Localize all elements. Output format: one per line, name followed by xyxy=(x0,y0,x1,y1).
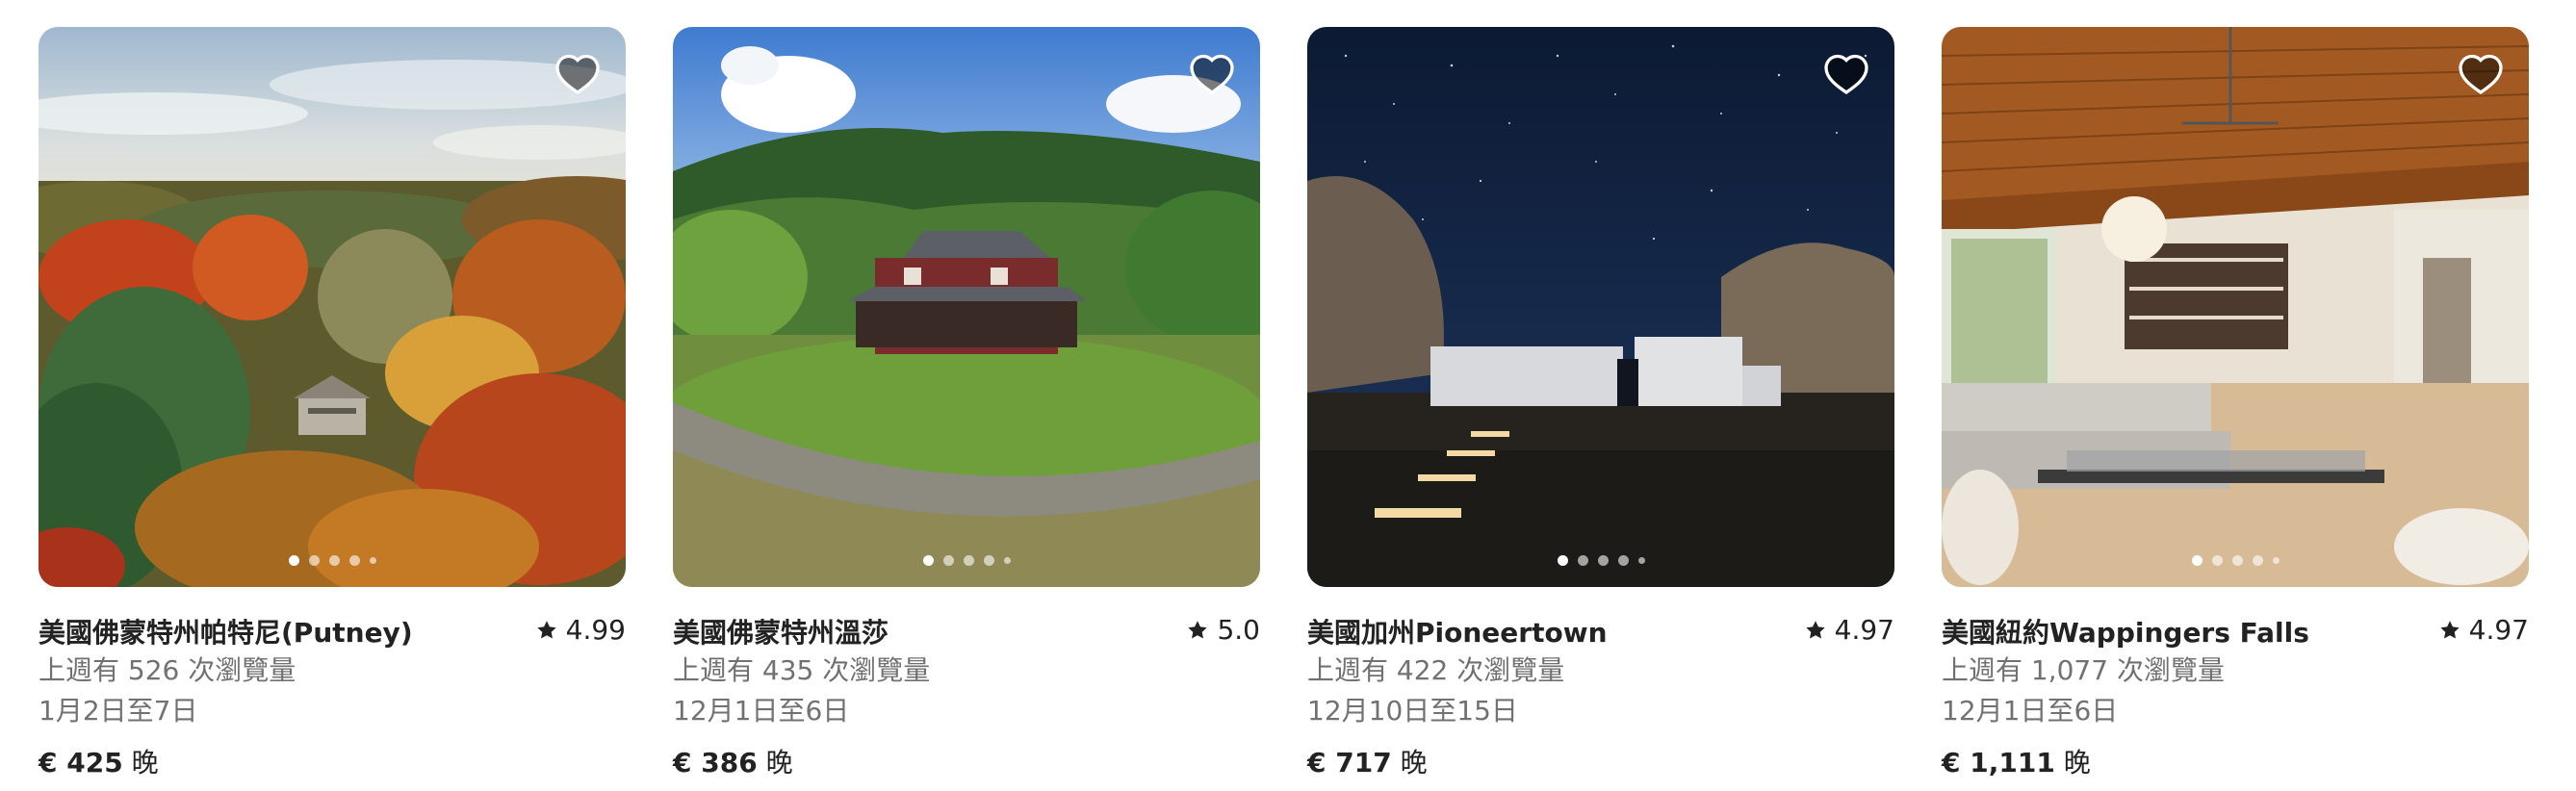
listing-grid: 美國佛蒙特州帕特尼(Putney) 4.99 上週有 526 次瀏覽量 1月2日… xyxy=(0,0,2576,791)
listing-price: € 717 晚 xyxy=(1307,743,1894,783)
listing-photo[interactable] xyxy=(1942,27,2529,587)
pagination-dot[interactable] xyxy=(2272,557,2280,564)
price-amount: € 1,111 xyxy=(1942,747,2055,778)
listing-info: 美國加州Pioneertown 4.97 上週有 422 次瀏覽量 12月10日… xyxy=(1307,610,1894,783)
listing-title[interactable]: 美國佛蒙特州溫莎 xyxy=(673,613,889,653)
price-unit: 晚 xyxy=(2063,747,2091,778)
pagination-dot[interactable] xyxy=(2231,555,2243,566)
heart-icon[interactable] xyxy=(1823,52,1869,98)
pagination-dot[interactable] xyxy=(2191,555,2202,566)
listing-info: 美國佛蒙特州溫莎 5.0 上週有 435 次瀏覽量 12月1日至6日 € 386… xyxy=(673,610,1260,783)
star-icon xyxy=(535,619,558,642)
rating-value: 5.0 xyxy=(1217,614,1260,646)
price-amount: € 386 xyxy=(673,747,758,778)
listing-title[interactable]: 美國佛蒙特州帕特尼(Putney) xyxy=(39,613,413,653)
listing-title[interactable]: 美國加州Pioneertown xyxy=(1307,613,1608,653)
listing-views: 上週有 435 次瀏覽量 xyxy=(673,654,931,686)
pagination-dot[interactable] xyxy=(348,555,360,566)
heart-icon[interactable] xyxy=(1189,52,1235,98)
pagination-dot[interactable] xyxy=(2252,555,2263,566)
photo-interior-living-room xyxy=(1942,27,2529,587)
photo-pagination xyxy=(1307,555,1894,566)
photo-autumn-forest xyxy=(39,27,626,587)
listing-views: 上週有 1,077 次瀏覽量 xyxy=(1942,654,2225,686)
listing-views: 上週有 422 次瀏覽量 xyxy=(1307,654,1565,686)
star-icon xyxy=(2438,619,2461,642)
star-icon xyxy=(1804,619,1827,642)
star-icon xyxy=(1186,619,1209,642)
price-amount: € 717 xyxy=(1307,747,1392,778)
pagination-dot[interactable] xyxy=(922,555,934,566)
listing-dates: 12月1日至6日 xyxy=(673,695,850,727)
pagination-dot[interactable] xyxy=(1637,557,1645,564)
listing-info: 美國佛蒙特州帕特尼(Putney) 4.99 上週有 526 次瀏覽量 1月2日… xyxy=(39,610,626,783)
photo-pagination xyxy=(39,555,626,566)
listing-card[interactable]: 美國加州Pioneertown 4.97 上週有 422 次瀏覽量 12月10日… xyxy=(1307,27,1894,783)
listing-dates: 12月1日至6日 xyxy=(1942,695,2119,727)
photo-red-barn xyxy=(673,27,1260,587)
listing-photo[interactable] xyxy=(39,27,626,587)
listing-dates: 12月10日至15日 xyxy=(1307,695,1518,727)
listing-dates: 1月2日至7日 xyxy=(39,695,198,727)
rating-value: 4.99 xyxy=(565,614,626,646)
pagination-dot[interactable] xyxy=(1617,555,1629,566)
rating-value: 4.97 xyxy=(1834,614,1894,646)
listing-views: 上週有 526 次瀏覽量 xyxy=(39,654,296,686)
pagination-dot[interactable] xyxy=(963,555,974,566)
listing-rating: 4.97 xyxy=(2438,610,2529,651)
listing-rating: 4.99 xyxy=(535,610,626,651)
listing-photo[interactable] xyxy=(1307,27,1894,587)
rating-value: 4.97 xyxy=(2468,614,2529,646)
pagination-dot[interactable] xyxy=(2211,555,2223,566)
listing-card[interactable]: 美國紐約Wappingers Falls 4.97 上週有 1,077 次瀏覽量… xyxy=(1942,27,2529,783)
pagination-dot[interactable] xyxy=(1597,555,1609,566)
pagination-dot[interactable] xyxy=(308,555,320,566)
photo-desert-night xyxy=(1307,27,1894,587)
listing-title[interactable]: 美國紐約Wappingers Falls xyxy=(1942,613,2309,653)
listing-price: € 1,111 晚 xyxy=(1942,743,2529,783)
listing-price: € 425 晚 xyxy=(39,743,626,783)
photo-pagination xyxy=(673,555,1260,566)
heart-icon[interactable] xyxy=(2458,52,2504,98)
listing-card[interactable]: 美國佛蒙特州溫莎 5.0 上週有 435 次瀏覽量 12月1日至6日 € 386… xyxy=(673,27,1260,783)
price-unit: 晚 xyxy=(765,747,793,778)
listing-photo[interactable] xyxy=(673,27,1260,587)
listing-rating: 5.0 xyxy=(1186,610,1260,651)
pagination-dot[interactable] xyxy=(1003,557,1011,564)
pagination-dot[interactable] xyxy=(369,557,376,564)
pagination-dot[interactable] xyxy=(328,555,340,566)
price-amount: € 425 xyxy=(39,747,123,778)
heart-icon[interactable] xyxy=(554,52,601,98)
photo-pagination xyxy=(1942,555,2529,566)
pagination-dot[interactable] xyxy=(942,555,954,566)
pagination-dot[interactable] xyxy=(1577,555,1588,566)
pagination-dot[interactable] xyxy=(983,555,994,566)
price-unit: 晚 xyxy=(1400,747,1428,778)
listing-rating: 4.97 xyxy=(1804,610,1894,651)
pagination-dot[interactable] xyxy=(1557,555,1568,566)
listing-info: 美國紐約Wappingers Falls 4.97 上週有 1,077 次瀏覽量… xyxy=(1942,610,2529,783)
pagination-dot[interactable] xyxy=(288,555,299,566)
listing-price: € 386 晚 xyxy=(673,743,1260,783)
price-unit: 晚 xyxy=(131,747,159,778)
listing-card[interactable]: 美國佛蒙特州帕特尼(Putney) 4.99 上週有 526 次瀏覽量 1月2日… xyxy=(39,27,626,783)
